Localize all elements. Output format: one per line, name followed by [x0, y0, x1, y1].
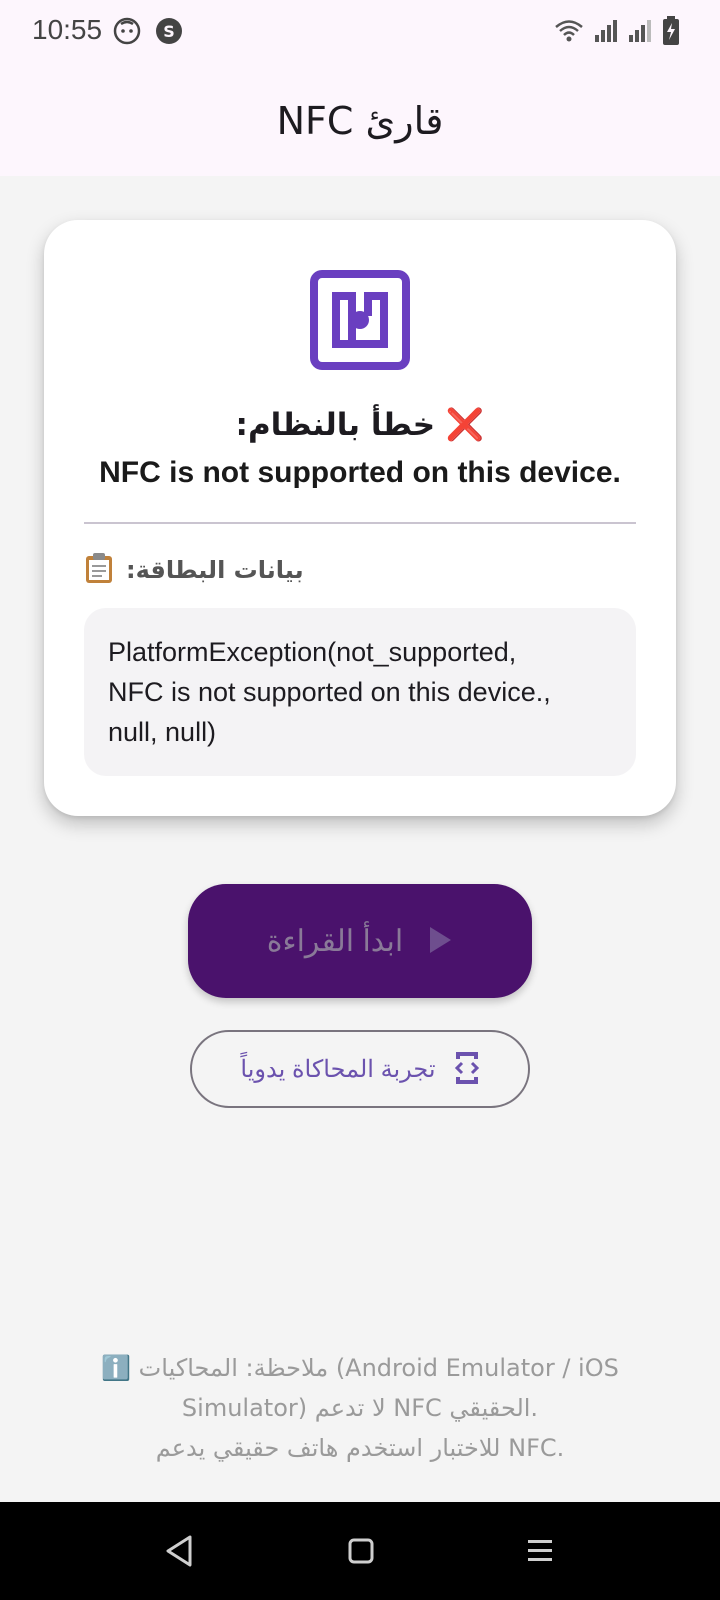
card-data-line: NFC is not supported on this device.,: [108, 677, 551, 707]
code-phone-icon: [454, 1051, 480, 1088]
status-time: 10:55: [32, 14, 103, 45]
home-icon[interactable]: [347, 1534, 375, 1572]
emulator-note: ℹ️ ملاحظة: المحاكيات (Android Emulator /…: [70, 1348, 650, 1468]
card-data-box: PlatformException(not_supported, NFC is …: [84, 608, 636, 776]
error-title: ❌ خطأ بالنظام:: [235, 407, 485, 443]
note-line: للاختبار استخدم هاتف حقيقي يدعم NFC.: [155, 1434, 565, 1462]
simulate-label: تجربة المحاكاة يدوياً: [240, 1055, 436, 1083]
s-app-icon: S: [154, 16, 184, 50]
clipboard-icon: [84, 552, 114, 588]
svg-text:S: S: [163, 22, 175, 41]
nfc-icon: [310, 270, 410, 370]
signal-2-icon: [628, 19, 652, 47]
start-reading-button[interactable]: ابدأ القراءة: [188, 884, 532, 998]
note-line: Simulator) لا تدعم NFC الحقيقي.: [181, 1394, 539, 1422]
app-bar: قارئ NFC: [0, 66, 720, 176]
error-message: NFC is not supported on this device.: [99, 456, 621, 489]
result-card: ❌ خطأ بالنظام: NFC is not supported on t…: [44, 220, 676, 816]
status-bar: 10:55 S: [0, 0, 720, 66]
start-reading-label: ابدأ القراءة: [266, 924, 404, 958]
app-title: قارئ NFC: [276, 99, 444, 143]
card-data-line: PlatformException(not_supported,: [108, 637, 517, 667]
play-icon: [427, 925, 453, 958]
divider: [84, 522, 636, 524]
navigation-bar: [0, 1502, 720, 1600]
simulate-manually-button[interactable]: تجربة المحاكاة يدوياً: [190, 1030, 530, 1108]
signal-icon: [594, 19, 618, 47]
card-data-line: null, null): [108, 717, 217, 747]
note-line: ℹ️ ملاحظة: المحاكيات (Android Emulator /…: [101, 1354, 619, 1382]
face-icon: [112, 16, 142, 50]
card-data-header: بيانات البطاقة:: [84, 552, 304, 588]
menu-icon[interactable]: [526, 1534, 554, 1572]
battery-charging-icon: [662, 16, 680, 50]
wifi-icon: [554, 18, 584, 48]
card-data-label: بيانات البطاقة:: [126, 556, 304, 584]
back-icon[interactable]: [164, 1534, 194, 1572]
